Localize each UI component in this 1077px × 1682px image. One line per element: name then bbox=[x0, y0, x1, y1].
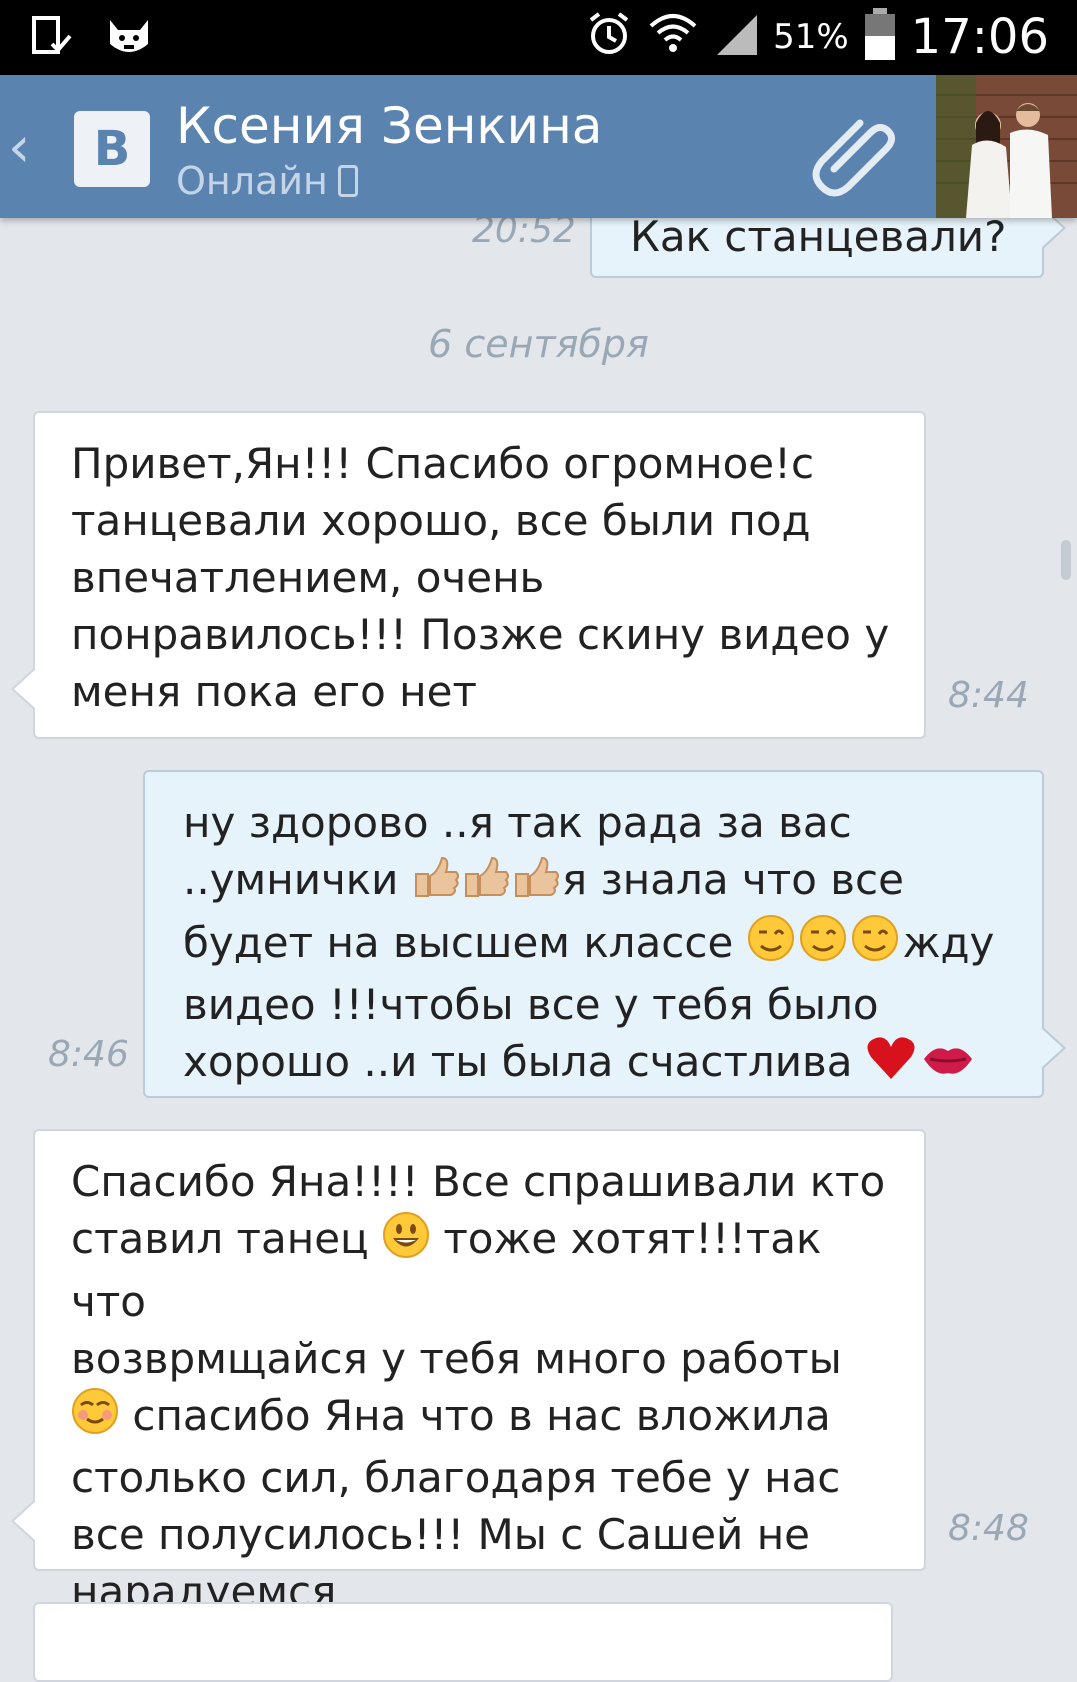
thumbs-up-icon bbox=[412, 852, 562, 914]
signal-icon bbox=[713, 11, 759, 62]
winking-face-icon bbox=[747, 914, 903, 976]
blushing-face-icon bbox=[71, 1387, 119, 1449]
smiling-face-icon bbox=[382, 1211, 430, 1273]
battery-percent: 51% bbox=[773, 16, 849, 57]
message-bubble-incoming[interactable]: Привет,Ян!!! Спасибо огромное!с танцевал… bbox=[11, 411, 926, 739]
message-line: спасибо Яна что в нас вложила bbox=[71, 1387, 904, 1450]
paperclip-icon[interactable] bbox=[808, 105, 900, 202]
message-line: ..умнички я знала что все bbox=[183, 851, 1022, 914]
contact-status: Онлайн bbox=[176, 159, 358, 203]
message-time: 8:44 bbox=[948, 675, 1029, 716]
battery-icon bbox=[863, 6, 897, 67]
message-text: Привет,Ян!!! Спасибо огромное!с танцевал… bbox=[71, 439, 890, 716]
wifi-icon bbox=[647, 10, 699, 63]
message-time: 8:48 bbox=[948, 1508, 1029, 1549]
message-line: столько сил, благодаря тебе у нас bbox=[71, 1453, 841, 1502]
cat-app-icon bbox=[104, 14, 154, 63]
chevron-left-icon[interactable]: ‹ bbox=[8, 115, 30, 180]
message-line: будет на высшем классе жду bbox=[183, 914, 1022, 977]
message-line: возврмщайся у тебя много работы bbox=[71, 1333, 842, 1383]
online-status-label: Онлайн bbox=[176, 159, 328, 203]
chat-header: ‹ В Ксения Зенкина Онлайн bbox=[0, 75, 1077, 218]
message-line: ставил танец тоже хотят!!!так что bbox=[71, 1210, 904, 1330]
mobile-phone-icon bbox=[337, 165, 358, 197]
message-line: Спасибо Яна!!!! Все спрашивали кто bbox=[71, 1157, 886, 1206]
vk-logo[interactable]: В bbox=[74, 111, 150, 187]
screenshot-notification-icon bbox=[30, 14, 74, 63]
avatar[interactable] bbox=[936, 75, 1077, 218]
message-line: ну здорово ..я так рада за вас bbox=[183, 798, 852, 847]
alarm-icon bbox=[585, 10, 633, 63]
clock: 17:06 bbox=[910, 8, 1049, 65]
heart-icon bbox=[866, 1035, 916, 1095]
message-line: все полусилось!!! Мы с Сашей не bbox=[71, 1510, 810, 1559]
message-bubble-incoming[interactable] bbox=[33, 1602, 893, 1682]
message-bubble-outgoing[interactable]: ну здорово ..я так рада за вас ..умнички… bbox=[143, 770, 1066, 1098]
message-text: Как станцевали? bbox=[630, 212, 1007, 261]
contact-name[interactable]: Ксения Зенкина bbox=[176, 97, 602, 155]
status-bar: 51% 17:06 bbox=[0, 0, 1077, 75]
message-time: 8:46 bbox=[48, 1034, 129, 1075]
message-line: хорошо ..и ты была счастлива bbox=[183, 1033, 1022, 1095]
message-line: видео !!!чтобы все у тебя было bbox=[183, 980, 879, 1029]
date-separator: 6 сентября bbox=[428, 322, 649, 366]
message-bubble-incoming[interactable]: Спасибо Яна!!!! Все спрашивали кто стави… bbox=[11, 1129, 926, 1616]
kiss-mark-icon bbox=[922, 1036, 974, 1093]
scrollbar[interactable] bbox=[1061, 540, 1071, 580]
